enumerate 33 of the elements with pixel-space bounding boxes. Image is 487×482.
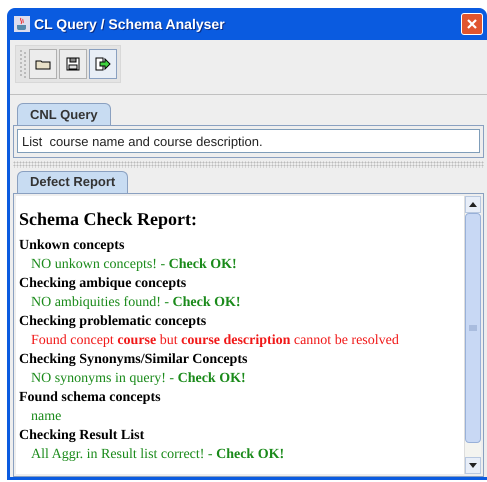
report-message: All Aggr. in Result list correct! - Check OK! [30, 446, 286, 464]
exit-arrow-icon [95, 57, 111, 71]
toolbar-button[interactable] [89, 49, 117, 79]
up-arrow-icon [469, 202, 477, 206]
scroll-down-button[interactable] [465, 457, 481, 474]
scroll-up-button[interactable] [465, 196, 481, 212]
toolbar-button[interactable] [29, 49, 57, 79]
scroll-thumb[interactable] [465, 212, 481, 442]
report-message: NO synonyms in query! - Check OK! [30, 370, 247, 388]
report-message: Found concept course but course description cannot be resolved [30, 332, 400, 350]
query-field[interactable]: List course name and course description. [17, 129, 480, 153]
section-heading: Checking Result List [19, 426, 146, 444]
tab[interactable]: Defect Report [17, 170, 128, 192]
report-message: name [30, 408, 62, 426]
section-heading: Checking ambique concepts [19, 274, 188, 292]
down-arrow-icon [469, 463, 477, 468]
report-title: Schema Check Report: [19, 208, 198, 230]
folder-icon [35, 58, 51, 70]
section-heading: Unkown concepts [19, 236, 126, 254]
window-title: CL Query / Schema Analyser [34, 14, 226, 34]
section-heading: Checking Synonyms/Similar Concepts [19, 350, 248, 368]
report-message: NO unkown concepts! - Check OK! [30, 256, 238, 274]
tab[interactable]: CNL Query [17, 103, 111, 125]
scrollbar[interactable] [464, 196, 481, 474]
grip-icon [469, 324, 477, 330]
grip-icon [19, 50, 27, 78]
section-heading: Checking problematic concepts [19, 312, 208, 330]
close-icon [466, 18, 478, 30]
toolbar-button[interactable] [59, 49, 87, 79]
report-message: NO ambiquities found! - Check OK! [30, 294, 242, 312]
close-button[interactable] [461, 13, 483, 35]
section-heading: Found schema concepts [19, 388, 162, 406]
coffee-cup-icon [14, 16, 30, 32]
